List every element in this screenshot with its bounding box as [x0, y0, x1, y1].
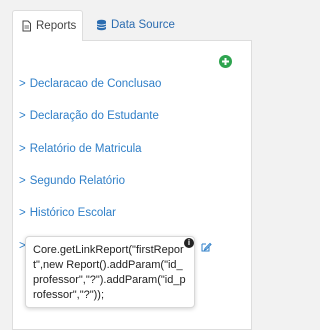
tab-reports-label: Reports: [36, 20, 77, 32]
report-item-historico-escolar[interactable]: > Histórico Escolar: [19, 207, 116, 219]
chevron-right-icon: >: [19, 78, 26, 90]
tab-data-source-label: Data Source: [111, 19, 175, 31]
chevron-right-icon: >: [19, 143, 26, 155]
plus-icon: [221, 53, 230, 71]
tooltip-text: Core.getLinkReport("firstReport",new Rep…: [33, 244, 186, 301]
info-icon: i: [184, 238, 194, 248]
tab-reports[interactable]: Reports: [12, 10, 83, 41]
report-item-declaracao-estudante[interactable]: > Declaração do Estudante: [19, 110, 159, 122]
chevron-right-icon: >: [19, 175, 26, 187]
tab-data-source[interactable]: Data Source: [92, 10, 175, 40]
tab-bar: Reports Data Source: [12, 10, 252, 41]
chevron-right-icon: >: [19, 110, 26, 122]
database-icon: [96, 19, 107, 31]
file-icon: [21, 20, 32, 32]
report-item-label: Relatório de Matricula: [29, 143, 142, 155]
report-item-label: Histórico Escolar: [29, 207, 116, 219]
report-item-label: Declaracao de Conclusao: [29, 78, 162, 90]
link-tooltip: Core.getLinkReport("firstReport",new Rep…: [25, 236, 195, 308]
report-item-relatorio-matricula[interactable]: > Relatório de Matricula: [19, 143, 142, 155]
report-item-segundo-relatorio[interactable]: > Segundo Relatório: [19, 175, 125, 187]
add-report-button[interactable]: [219, 55, 232, 68]
edit-icon[interactable]: [200, 240, 212, 252]
report-item-label: Segundo Relatório: [29, 175, 125, 187]
report-item-label: Declaração do Estudante: [29, 110, 159, 122]
chevron-right-icon: >: [19, 207, 26, 219]
report-item-declaracao-conclusao[interactable]: > Declaracao de Conclusao: [19, 78, 161, 90]
